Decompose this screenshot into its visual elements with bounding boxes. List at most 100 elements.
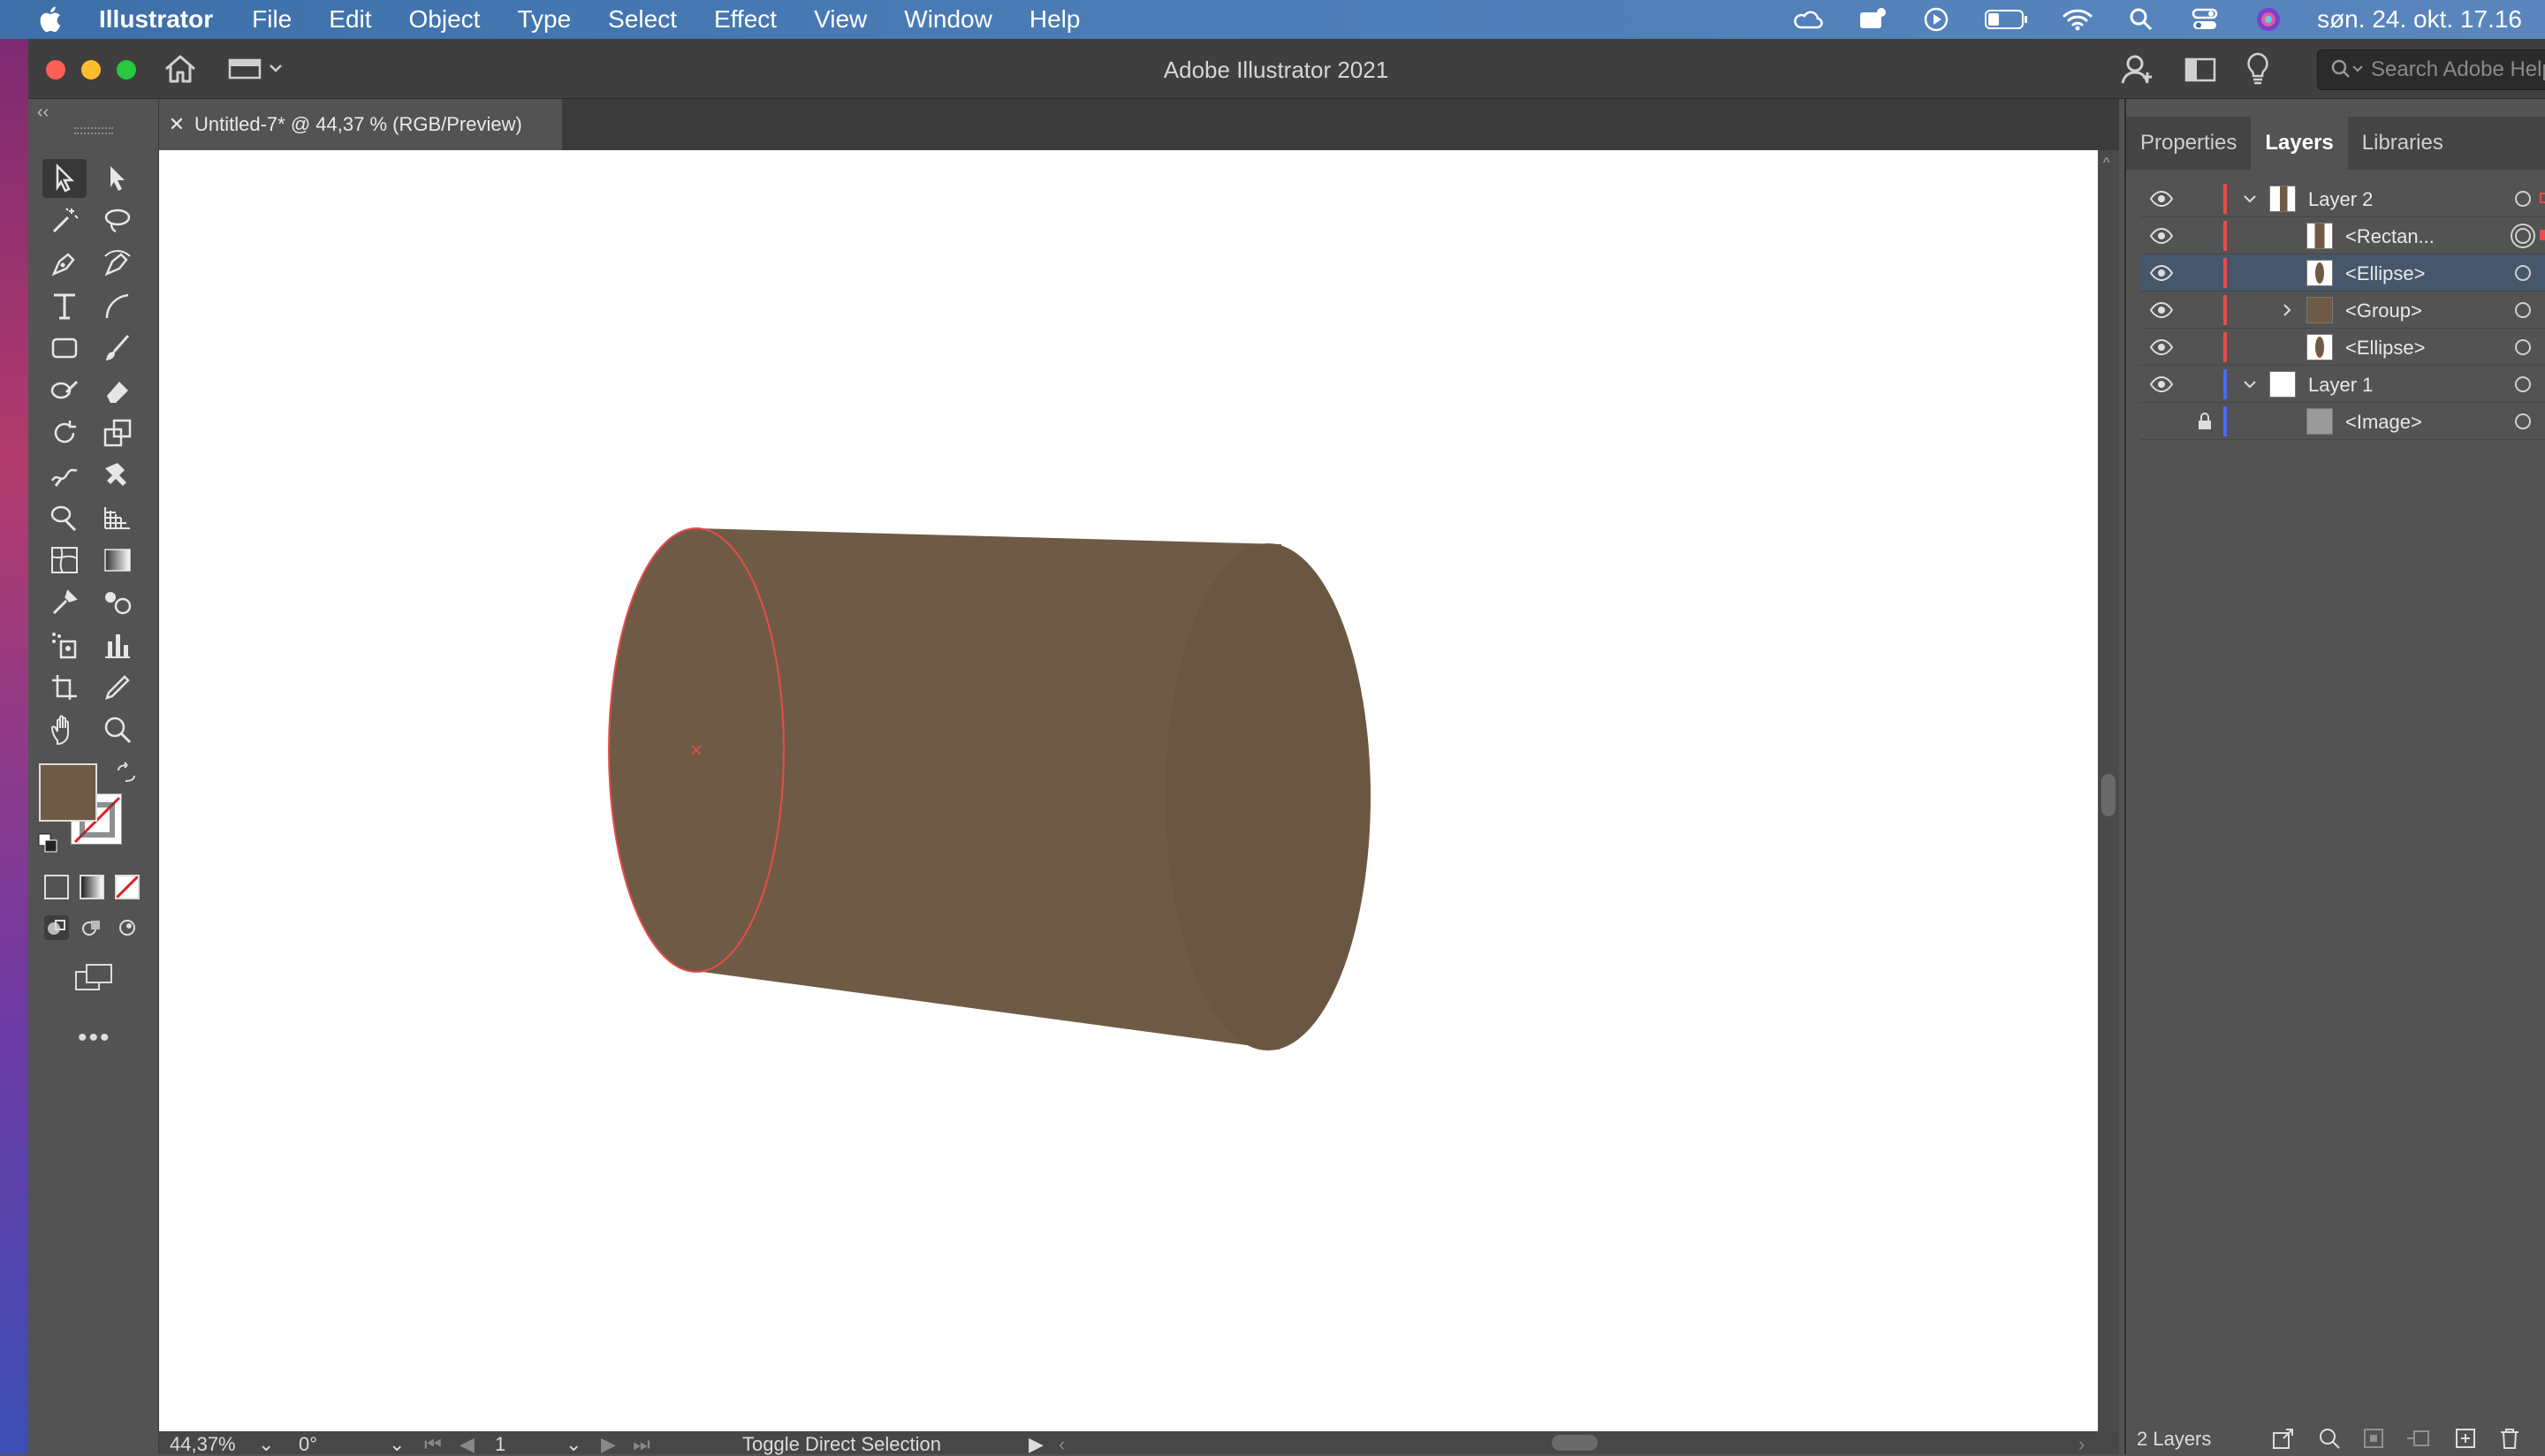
last-artboard-icon[interactable]: ⏭ bbox=[633, 1433, 650, 1456]
eyedropper-tool-icon[interactable] bbox=[42, 583, 87, 622]
scroll-up-icon[interactable]: ^ bbox=[2103, 155, 2110, 171]
none-mode-button[interactable] bbox=[115, 875, 140, 899]
column-graph-tool-icon[interactable] bbox=[95, 626, 140, 664]
document-tab[interactable]: ✕ Untitled-7* @ 44,37 % (RGB/Preview) bbox=[159, 99, 562, 150]
apple-icon[interactable] bbox=[35, 4, 67, 35]
close-tab-icon[interactable]: ✕ bbox=[159, 113, 194, 136]
wifi-icon[interactable] bbox=[2063, 4, 2093, 34]
collapse-panel-icon[interactable]: ‹‹ bbox=[37, 102, 49, 123]
menu-object[interactable]: Object bbox=[409, 5, 481, 34]
artboard-tool-icon[interactable] bbox=[42, 668, 87, 707]
menu-window[interactable]: Window bbox=[904, 5, 992, 34]
menu-edit[interactable]: Edit bbox=[329, 5, 371, 34]
creative-cloud-icon[interactable] bbox=[1794, 4, 1824, 34]
menu-type[interactable]: Type bbox=[517, 5, 571, 34]
target-circle-icon[interactable] bbox=[2515, 265, 2531, 281]
zoom-level-field[interactable]: 44,37% bbox=[170, 1433, 236, 1456]
scroll-thumb[interactable] bbox=[2101, 774, 2116, 816]
puppet-warp-tool-icon[interactable] bbox=[95, 456, 140, 495]
next-artboard-icon[interactable]: ▶ bbox=[601, 1433, 616, 1456]
zoom-dropdown-icon[interactable]: ⌄ bbox=[258, 1433, 274, 1456]
artboard-canvas[interactable] bbox=[159, 150, 2098, 1431]
color-mode-button[interactable] bbox=[44, 875, 69, 899]
draw-inside-icon[interactable] bbox=[115, 915, 140, 940]
layer-row[interactable]: <Ellipse> bbox=[2140, 329, 2545, 366]
rectangle-tool-icon[interactable] bbox=[42, 329, 87, 368]
lasso-tool-icon[interactable] bbox=[95, 201, 140, 240]
draw-behind-icon[interactable] bbox=[80, 915, 104, 940]
shaper-tool-icon[interactable] bbox=[42, 371, 87, 410]
layer-name[interactable]: <Image> bbox=[2345, 411, 2422, 434]
clipping-mask-icon[interactable] bbox=[2361, 1426, 2386, 1456]
symbol-sprayer-tool-icon[interactable] bbox=[42, 626, 87, 664]
panel-grip[interactable] bbox=[74, 127, 113, 134]
visibility-eye-icon[interactable] bbox=[2149, 337, 2174, 357]
artboard-number-field[interactable]: 1 bbox=[495, 1433, 505, 1456]
tab-properties[interactable]: Properties bbox=[2126, 117, 2251, 170]
line-segment-tool-icon[interactable] bbox=[95, 286, 140, 325]
tab-libraries[interactable]: Libraries bbox=[2348, 117, 2458, 170]
status-menu-arrow-icon[interactable]: ▶ bbox=[1029, 1433, 1044, 1456]
share-user-icon[interactable] bbox=[2119, 51, 2154, 87]
mesh-tool-icon[interactable] bbox=[42, 541, 87, 580]
blend-tool-icon[interactable] bbox=[95, 583, 140, 622]
target-circle-icon[interactable] bbox=[2515, 302, 2531, 318]
notification-icon[interactable] bbox=[1857, 4, 1888, 34]
slice-tool-icon[interactable] bbox=[95, 668, 140, 707]
menu-select[interactable]: Select bbox=[608, 5, 677, 34]
visibility-eye-icon[interactable] bbox=[2149, 263, 2174, 283]
arrange-documents-icon[interactable] bbox=[2184, 57, 2216, 83]
rotation-dropdown-icon[interactable]: ⌄ bbox=[389, 1433, 405, 1456]
perspective-grid-tool-icon[interactable] bbox=[95, 498, 140, 537]
first-artboard-icon[interactable]: ⏮ bbox=[424, 1433, 442, 1456]
status-tool-hint[interactable]: Toggle Direct Selection bbox=[742, 1433, 941, 1456]
zoom-tool-icon[interactable] bbox=[95, 710, 140, 749]
layer-name[interactable]: <Ellipse> bbox=[2345, 337, 2426, 360]
layer-name[interactable]: <Group> bbox=[2345, 300, 2422, 322]
menu-help[interactable]: Help bbox=[1029, 5, 1081, 34]
disclosure-open-icon[interactable] bbox=[2241, 375, 2259, 394]
layer-row[interactable]: <Image> bbox=[2140, 403, 2545, 440]
fill-swatch[interactable] bbox=[39, 763, 97, 822]
draw-normal-icon[interactable] bbox=[44, 915, 69, 940]
vertical-scrollbar[interactable]: ^ bbox=[2098, 150, 2119, 1431]
visibility-eye-icon[interactable] bbox=[2149, 189, 2174, 209]
target-circle-icon[interactable] bbox=[2515, 228, 2531, 244]
lightbulb-icon[interactable] bbox=[2245, 51, 2271, 87]
lock-icon[interactable] bbox=[2195, 412, 2215, 431]
menu-view[interactable]: View bbox=[814, 5, 867, 34]
type-tool-icon[interactable] bbox=[42, 286, 87, 325]
gradient-mode-button[interactable] bbox=[80, 875, 104, 899]
layer-name[interactable]: <Rectan... bbox=[2345, 225, 2435, 248]
tab-layers[interactable]: Layers bbox=[2251, 117, 2348, 170]
rotation-field[interactable]: 0° bbox=[299, 1433, 317, 1456]
pen-tool-icon[interactable] bbox=[42, 244, 87, 283]
siri-icon[interactable] bbox=[2253, 4, 2283, 34]
visibility-eye-icon[interactable] bbox=[2149, 300, 2174, 320]
horizontal-scroll-left-icon[interactable]: ‹ bbox=[1059, 1433, 1065, 1456]
curvature-tool-icon[interactable] bbox=[95, 244, 140, 283]
layer-row[interactable]: <Ellipse> bbox=[2140, 254, 2545, 292]
new-layer-icon[interactable] bbox=[2453, 1426, 2478, 1456]
screen-mode-icon[interactable] bbox=[72, 961, 115, 993]
visibility-eye-icon[interactable] bbox=[2149, 375, 2174, 394]
layer-row[interactable]: <Group> bbox=[2140, 292, 2545, 329]
gradient-tool-icon[interactable] bbox=[95, 541, 140, 580]
battery-icon[interactable] bbox=[1985, 4, 2029, 34]
app-menu[interactable]: Illustrator bbox=[99, 5, 213, 34]
search-help-input[interactable]: Search Adobe Help bbox=[2317, 49, 2545, 90]
layer-name[interactable]: Layer 1 bbox=[2308, 374, 2373, 397]
swap-fill-stroke-icon[interactable] bbox=[115, 762, 138, 785]
layer-name[interactable]: Layer 2 bbox=[2308, 188, 2373, 211]
menu-file[interactable]: File bbox=[252, 5, 292, 34]
shape-builder-tool-icon[interactable] bbox=[42, 498, 87, 537]
trash-icon[interactable] bbox=[2497, 1426, 2522, 1456]
scale-tool-icon[interactable] bbox=[95, 413, 140, 452]
selection-tool-icon[interactable] bbox=[42, 159, 87, 198]
horizontal-scroll-thumb[interactable] bbox=[1552, 1435, 1598, 1451]
default-fill-stroke-icon[interactable] bbox=[37, 832, 58, 853]
artboard-dropdown-icon[interactable]: ⌄ bbox=[566, 1433, 581, 1456]
direct-selection-tool-icon[interactable] bbox=[95, 159, 140, 198]
visibility-eye-icon[interactable] bbox=[2149, 226, 2174, 246]
spotlight-icon[interactable] bbox=[2126, 4, 2156, 34]
